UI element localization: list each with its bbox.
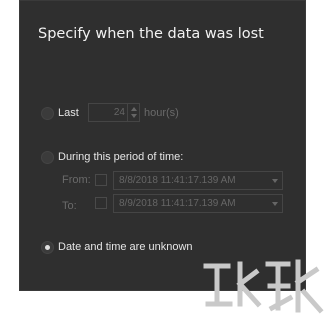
watermark-logo-icon [203,259,324,314]
stepper-arrows[interactable] [127,104,139,121]
hours-value: 24 [113,107,125,118]
radio-last[interactable] [41,107,54,120]
chevron-down-icon[interactable] [272,202,278,206]
from-label: From: [62,174,91,186]
last-label: Last [58,107,79,119]
period-label: During this period of time: [58,151,184,163]
radio-unknown[interactable] [41,241,54,254]
to-datetime-value: 8/9/2018 11:41:17.139 AM [119,198,236,209]
unknown-label: Date and time are unknown [58,241,193,253]
to-checkbox[interactable] [95,197,107,209]
hours-unit: hour(s) [144,107,179,119]
from-datetime-field[interactable]: 8/8/2018 11:41:17.139 AM [113,171,283,190]
chevron-down-icon[interactable] [272,179,278,183]
from-checkbox[interactable] [95,174,107,186]
from-datetime-value: 8/8/2018 11:41:17.139 AM [119,175,236,186]
dialog-panel: Specify when the data was lost Last 24 h… [19,0,306,291]
to-datetime-field[interactable]: 8/9/2018 11:41:17.139 AM [113,194,283,213]
hours-stepper[interactable]: 24 [88,103,140,122]
dialog-title: Specify when the data was lost [38,26,264,42]
radio-period[interactable] [41,151,54,164]
arrow-up-icon[interactable] [131,107,137,111]
arrow-down-icon[interactable] [131,114,137,118]
to-label: To: [62,200,77,212]
